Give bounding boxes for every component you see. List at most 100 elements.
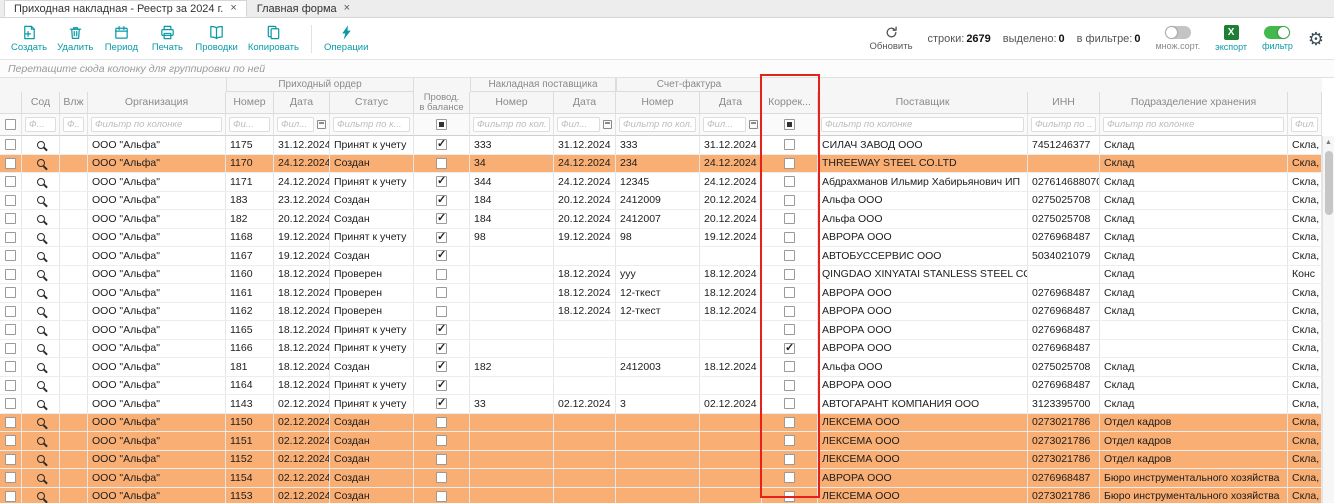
inn-filter-input[interactable] (1031, 117, 1096, 132)
corr-checkbox[interactable] (784, 398, 795, 409)
corr-checkbox[interactable] (784, 195, 795, 206)
col-header-tail[interactable] (1288, 92, 1322, 114)
num-filter-input[interactable] (229, 117, 270, 132)
col-header-sd[interactable]: Дата (554, 92, 616, 114)
posted-checkbox[interactable] (436, 361, 447, 372)
corr-checkbox[interactable] (784, 417, 795, 428)
posted-checkbox[interactable] (436, 380, 447, 391)
status-filter-input[interactable] (333, 117, 410, 132)
corr-checkbox[interactable] (784, 472, 795, 483)
supplier-filter-input[interactable] (821, 117, 1024, 132)
posted-checkbox[interactable] (436, 435, 447, 446)
posted-checkbox[interactable] (436, 158, 447, 169)
magnifier-icon[interactable] (37, 141, 45, 149)
posted-checkbox[interactable] (436, 287, 447, 298)
corr-checkbox[interactable] (784, 213, 795, 224)
corr-checkbox[interactable] (784, 306, 795, 317)
col-header-fd[interactable]: Дата (700, 92, 762, 114)
operations-button[interactable]: Операции (319, 22, 373, 55)
magnifier-icon[interactable] (37, 270, 45, 278)
row-checkbox[interactable] (5, 158, 16, 169)
posted-checkbox[interactable] (436, 306, 447, 317)
posted-filter-checkbox[interactable] (436, 119, 447, 130)
table-row[interactable]: ООО "Альфа"117024.12.2024Создан3424.12.2… (0, 155, 1322, 174)
sod-filter-input[interactable] (25, 117, 56, 132)
corr-checkbox[interactable] (784, 343, 795, 354)
posted-checkbox[interactable] (436, 250, 447, 261)
table-row[interactable]: ООО "Альфа"18323.12.2024Создан18420.12.2… (0, 192, 1322, 211)
magnifier-icon[interactable] (37, 455, 45, 463)
row-checkbox[interactable] (5, 232, 16, 243)
corr-checkbox[interactable] (784, 454, 795, 465)
calendar-icon[interactable] (603, 120, 612, 129)
table-row[interactable]: ООО "Альфа"115402.12.2024СозданАВРОРА ОО… (0, 469, 1322, 488)
magnifier-icon[interactable] (37, 344, 45, 352)
magnifier-icon[interactable] (37, 307, 45, 315)
excel-export-icon[interactable]: X (1224, 25, 1239, 40)
posted-checkbox[interactable] (436, 195, 447, 206)
magnifier-icon[interactable] (37, 196, 45, 204)
magnifier-icon[interactable] (37, 363, 45, 371)
row-checkbox[interactable] (5, 491, 16, 502)
row-checkbox[interactable] (5, 472, 16, 483)
col-header-corr[interactable]: Коррек... (762, 92, 818, 114)
posted-checkbox[interactable] (436, 176, 447, 187)
corr-checkbox[interactable] (784, 361, 795, 372)
col-header-org[interactable]: Организация (88, 92, 226, 114)
vertical-scrollbar[interactable]: ▲ (1322, 136, 1334, 503)
row-checkbox[interactable] (5, 287, 16, 298)
col-header-inn[interactable]: ИНН (1028, 92, 1100, 114)
table-row[interactable]: ООО "Альфа"115102.12.2024СозданЛЕКСЕМА О… (0, 432, 1322, 451)
create-button[interactable]: Создать (6, 22, 52, 55)
magnifier-icon[interactable] (37, 381, 45, 389)
refresh-button[interactable]: Обновить (870, 25, 913, 52)
calendar-icon[interactable] (317, 120, 326, 129)
row-checkbox[interactable] (5, 454, 16, 465)
corr-checkbox[interactable] (784, 232, 795, 243)
magnifier-icon[interactable] (37, 159, 45, 167)
col-header-sn[interactable]: Номер (470, 92, 554, 114)
table-row[interactable]: ООО "Альфа"116719.12.2024СозданАВТОБУССЕ… (0, 247, 1322, 266)
print-button[interactable]: Печать (144, 22, 190, 55)
table-row[interactable]: ООО "Альфа"115002.12.2024СозданЛЕКСЕМА О… (0, 414, 1322, 433)
row-checkbox[interactable] (5, 324, 16, 335)
sn-filter-input[interactable] (473, 117, 550, 132)
tab-close-icon[interactable]: × (344, 3, 350, 14)
table-row[interactable]: ООО "Альфа"117531.12.2024Принят к учету3… (0, 136, 1322, 155)
corr-checkbox[interactable] (784, 139, 795, 150)
org-filter-input[interactable] (91, 117, 222, 132)
col-header-date[interactable]: Дата (274, 92, 330, 114)
magnifier-icon[interactable] (37, 289, 45, 297)
magnifier-icon[interactable] (37, 492, 45, 500)
dept-filter-input[interactable] (1103, 117, 1284, 132)
corr-filter-checkbox[interactable] (784, 119, 795, 130)
col-header-rowcheck[interactable] (0, 92, 22, 114)
col-header-posted[interactable]: Провод. в балансе (414, 92, 470, 114)
corr-checkbox[interactable] (784, 491, 795, 502)
tab-inactive[interactable]: Главная форма× (247, 0, 360, 17)
table-row[interactable]: ООО "Альфа"116418.12.2024Принят к учетуА… (0, 377, 1322, 396)
magnifier-icon[interactable] (37, 437, 45, 445)
magnifier-icon[interactable] (37, 474, 45, 482)
row-checkbox[interactable] (5, 176, 16, 187)
multisort-toggle[interactable] (1165, 26, 1191, 39)
corr-checkbox[interactable] (784, 176, 795, 187)
copy-button[interactable]: Копировать (243, 22, 304, 55)
col-header-fn[interactable]: Номер (616, 92, 700, 114)
col-header-num[interactable]: Номер (226, 92, 274, 114)
posted-checkbox[interactable] (436, 324, 447, 335)
table-row[interactable]: ООО "Альфа"116118.12.2024Проверен18.12.2… (0, 284, 1322, 303)
select-all-checkbox[interactable] (5, 119, 16, 130)
table-row[interactable]: ООО "Альфа"18220.12.2024Создан18420.12.2… (0, 210, 1322, 229)
fd-filter-input[interactable] (703, 117, 746, 132)
row-checkbox[interactable] (5, 398, 16, 409)
delete-button[interactable]: Удалить (52, 22, 98, 55)
posted-checkbox[interactable] (436, 213, 447, 224)
corr-checkbox[interactable] (784, 158, 795, 169)
row-checkbox[interactable] (5, 306, 16, 317)
tab-close-icon[interactable]: × (230, 3, 236, 14)
posted-checkbox[interactable] (436, 398, 447, 409)
posted-checkbox[interactable] (436, 472, 447, 483)
corr-checkbox[interactable] (784, 380, 795, 391)
magnifier-icon[interactable] (37, 326, 45, 334)
